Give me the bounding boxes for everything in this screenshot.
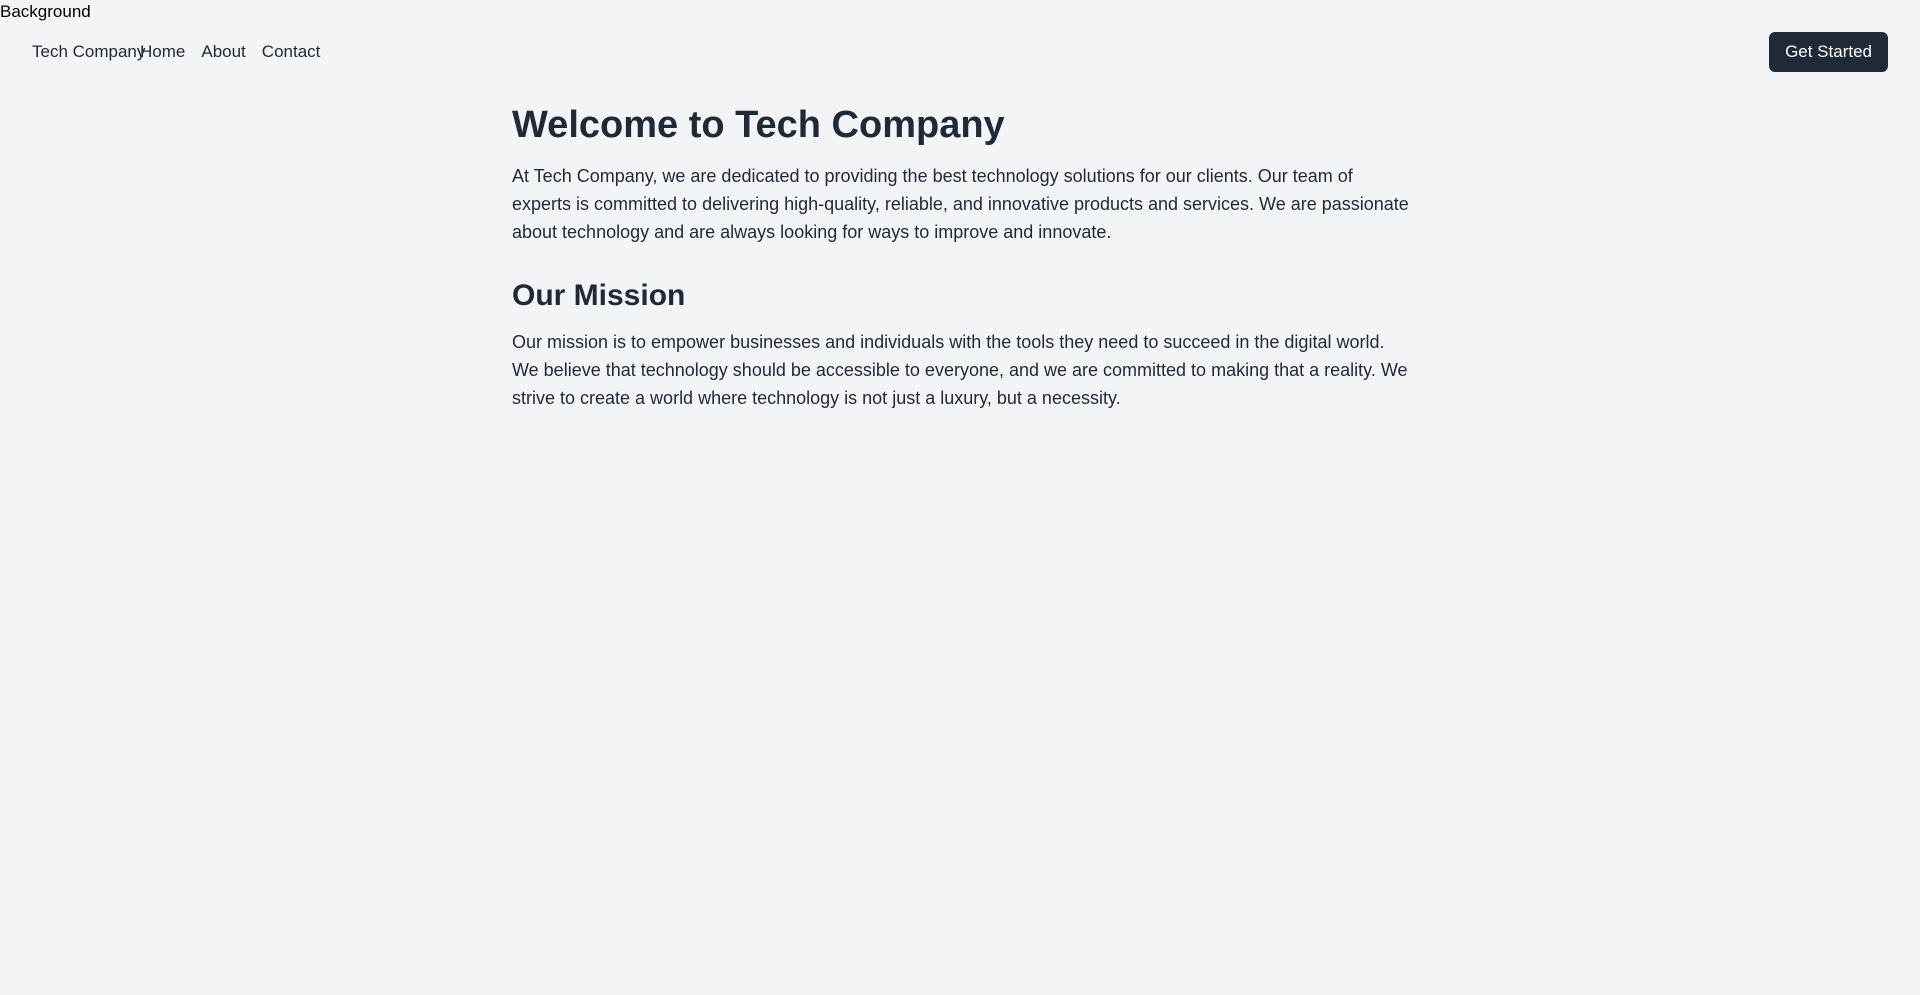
navbar: Tech Company Home About Contact Get Star… [0,32,1920,72]
nav-link-contact[interactable]: Contact [262,42,321,62]
nav-links: Home About Contact [140,42,320,62]
background-label: Background [0,2,91,21]
mission-text: Our mission is to empower businesses and… [512,332,1408,408]
main-content: Welcome to Tech Company At Tech Company,… [512,100,1412,412]
welcome-text: At Tech Company, we are dedicated to pro… [512,166,1409,242]
mission-title: Our Mission [512,279,686,312]
nav-link-home[interactable]: Home [140,42,185,62]
get-started-button[interactable]: Get Started [1769,32,1888,72]
nav-link-about[interactable]: About [201,42,245,62]
welcome-title: Welcome to Tech Company [512,104,1005,146]
brand-name[interactable]: Tech Company [32,42,145,62]
